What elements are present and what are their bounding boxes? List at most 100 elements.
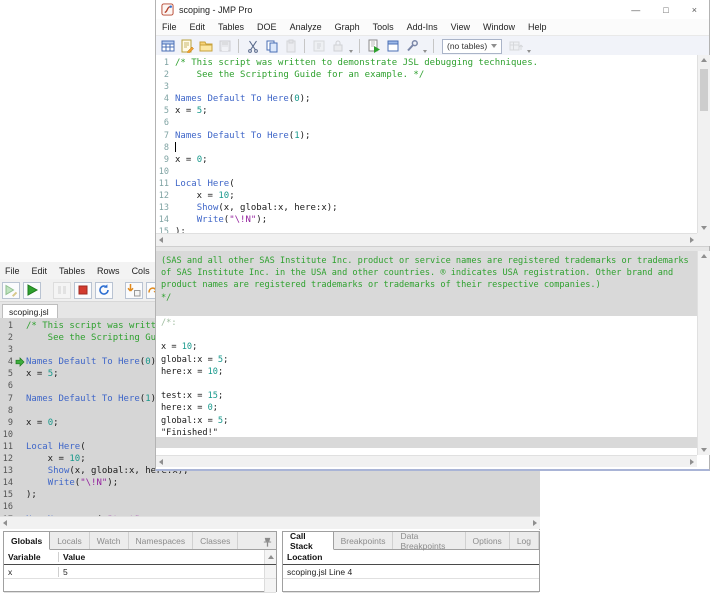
table-row[interactable]: x 5 (4, 565, 276, 579)
pin-icon[interactable] (262, 535, 273, 546)
code-line: 16 (0, 501, 540, 513)
column-location: Location (283, 552, 539, 562)
code-text: x = 5; (26, 368, 59, 380)
tools-icon[interactable] (403, 38, 420, 54)
tab-watch[interactable]: Watch (90, 532, 129, 549)
scroll-right-icon[interactable] (690, 237, 694, 243)
menu-file[interactable]: File (5, 266, 20, 276)
scroll-right-icon[interactable] (690, 459, 694, 465)
variables-panel-tabs: GlobalsLocalsWatchNamespacesClasses (4, 532, 276, 550)
run-debug-icon[interactable] (2, 282, 20, 299)
tab-namespaces[interactable]: Namespaces (129, 532, 194, 549)
chevron-down-icon (491, 44, 497, 48)
menu-edit[interactable]: Edit (190, 22, 206, 32)
step-into-icon[interactable] (125, 282, 143, 299)
maximize-button[interactable]: □ (663, 5, 668, 15)
continue-icon[interactable] (23, 282, 41, 299)
code-line: 4Names Default To Here(0); (156, 93, 697, 105)
open-icon[interactable] (197, 38, 214, 54)
code-line: 7Names Default To Here(1); (156, 130, 697, 142)
scroll-down-icon[interactable] (701, 226, 707, 230)
editor-vscrollbar[interactable] (697, 55, 710, 233)
tab-scoping-jsl[interactable]: scoping.jsl (2, 304, 58, 319)
log-hscrollbar[interactable] (156, 455, 697, 467)
scroll-left-icon[interactable] (3, 520, 7, 526)
toolbar-overflow-icon[interactable] (422, 39, 428, 53)
scroll-left-icon[interactable] (159, 237, 163, 243)
menu-view[interactable]: View (451, 22, 470, 32)
menu-file[interactable]: File (162, 22, 177, 32)
log-output: /*:x = 10;global:x = 5;here:x = 10;test:… (156, 317, 697, 439)
tables-combobox-value: (no tables) (447, 41, 487, 51)
menu-tables[interactable]: Tables (59, 266, 85, 276)
minimize-button[interactable]: — (631, 5, 640, 15)
scroll-up-icon[interactable] (701, 254, 707, 258)
marker-gutter (15, 405, 26, 417)
script-editor[interactable]: 1/* This script was written to demonstra… (156, 55, 697, 235)
tab-breakpoints[interactable]: Breakpoints (334, 532, 394, 549)
code-text: x = 0; (26, 417, 59, 429)
table-row[interactable] (4, 579, 276, 593)
menu-tools[interactable]: Tools (373, 22, 394, 32)
menu-rows[interactable]: Rows (97, 266, 120, 276)
new-data-table-icon[interactable] (159, 38, 176, 54)
toolbar-overflow-icon[interactable] (526, 39, 532, 53)
callstack-panel: Call StackBreakpointsData BreakpointsOpt… (282, 531, 540, 592)
cut-icon[interactable] (244, 38, 261, 54)
tab-log[interactable]: Log (510, 532, 539, 549)
log-vscrollbar[interactable] (697, 251, 710, 455)
line-number: 4 (0, 356, 13, 368)
menu-doe[interactable]: DOE (257, 22, 277, 32)
menu-add-ins[interactable]: Add-Ins (407, 22, 438, 32)
tab-options[interactable]: Options (466, 532, 510, 549)
variable-name-cell[interactable]: x (4, 567, 59, 577)
code-line: 2 See the Scripting Guide for an example… (156, 69, 697, 81)
tab-call-stack[interactable]: Call Stack (283, 532, 334, 550)
title-bar[interactable]: scoping - JMP Pro —□× (156, 0, 709, 19)
menu-window[interactable]: Window (483, 22, 515, 32)
menu-tables[interactable]: Tables (218, 22, 244, 32)
scroll-right-icon[interactable] (533, 520, 537, 526)
new-journal-icon[interactable] (178, 38, 195, 54)
menu-edit[interactable]: Edit (32, 266, 48, 276)
tables-combobox[interactable]: (no tables) (442, 39, 502, 54)
editor-hscrollbar[interactable] (156, 233, 697, 246)
code-text: Local Here( (26, 441, 86, 453)
scroll-up-icon[interactable] (701, 58, 707, 62)
tab-locals[interactable]: Locals (50, 532, 90, 549)
reset-icon[interactable] (95, 282, 113, 299)
menu-analyze[interactable]: Analyze (290, 22, 322, 32)
scroll-left-icon[interactable] (159, 459, 163, 465)
menu-cols[interactable]: Cols (132, 266, 150, 276)
menu-graph[interactable]: Graph (335, 22, 360, 32)
code-text: x = 5; (175, 105, 208, 117)
code-line: 15); (0, 489, 540, 501)
line-number: 7 (0, 393, 13, 405)
tab-globals[interactable]: Globals (4, 532, 50, 550)
log-notice-block: (SAS and all other SAS Institute Inc. pr… (156, 251, 697, 316)
column-variable: Variable (4, 552, 59, 562)
menu-help[interactable]: Help (528, 22, 547, 32)
scrollbar-thumb[interactable] (700, 69, 708, 111)
main-toolbar: (no tables) (156, 35, 709, 57)
scroll-down-icon[interactable] (701, 448, 707, 452)
variable-value-cell[interactable]: 5 (59, 567, 264, 577)
close-button[interactable]: × (692, 5, 697, 15)
tab-data-breakpoints[interactable]: Data Breakpoints (393, 532, 465, 549)
tab-classes[interactable]: Classes (193, 532, 238, 549)
stop-icon[interactable] (74, 282, 92, 299)
execution-pointer-icon (15, 356, 26, 368)
code-line: x = 10; (161, 341, 697, 353)
variables-scrollbar[interactable] (264, 550, 276, 564)
toolbar-overflow-icon[interactable] (348, 39, 354, 53)
table-row[interactable]: scoping.jsl Line 4 (283, 565, 539, 579)
run-script-icon[interactable] (365, 38, 382, 54)
line-number: 10 (156, 166, 169, 178)
scroll-up-icon[interactable] (268, 555, 274, 559)
copy-icon[interactable] (263, 38, 280, 54)
new-window-icon[interactable] (384, 38, 401, 54)
line-number: 15 (0, 489, 13, 501)
debugger-editor-hscrollbar[interactable] (0, 516, 540, 529)
scroll-track (264, 565, 276, 578)
callstack-location-cell[interactable]: scoping.jsl Line 4 (283, 567, 539, 577)
